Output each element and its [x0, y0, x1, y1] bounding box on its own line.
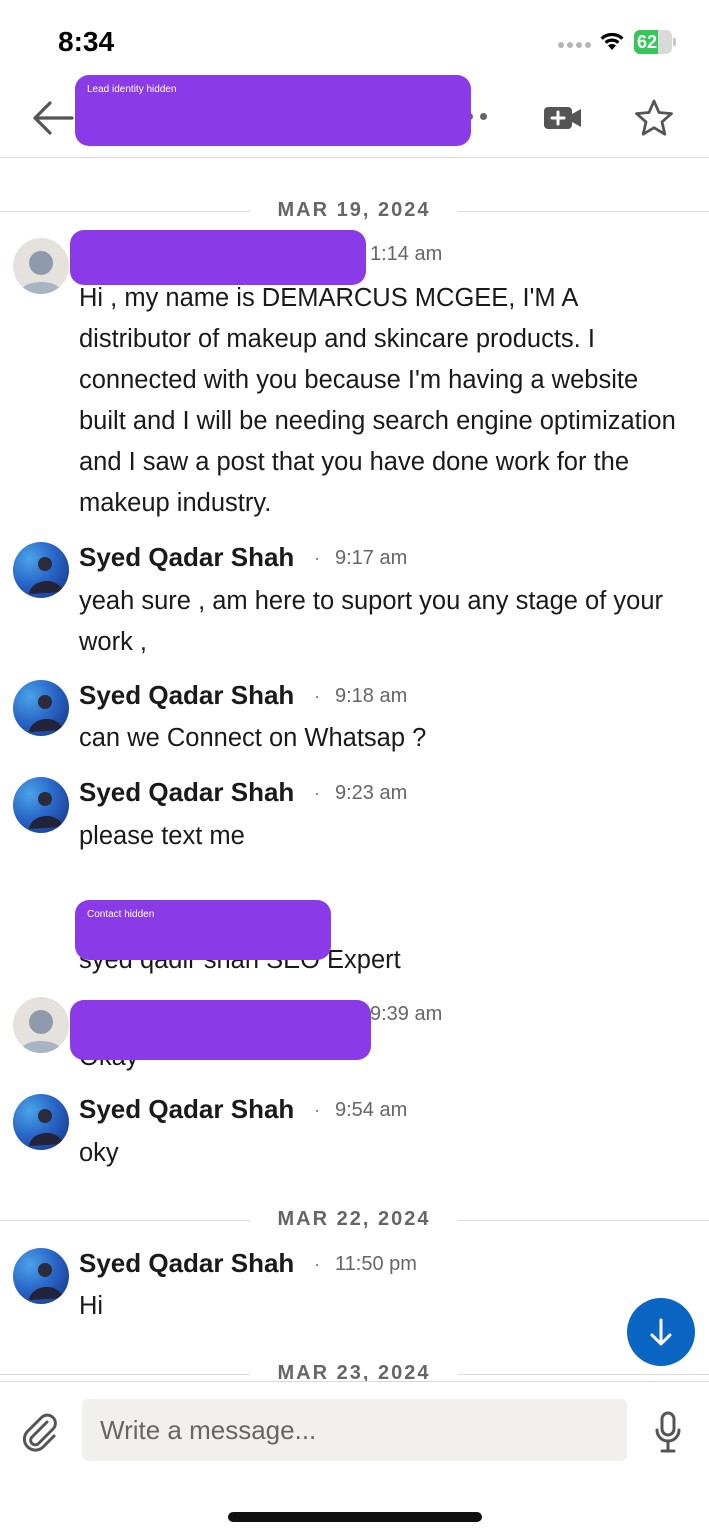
message-time: 11:50 pm [335, 1253, 417, 1275]
arrow-down-icon [650, 1318, 672, 1346]
video-call-icon[interactable] [542, 102, 584, 134]
message-text: Hi , my name is DEMARCUS MCGEE, I'M A di… [79, 284, 676, 517]
avatar[interactable] [13, 1094, 69, 1150]
sender-name[interactable]: Syed Qadar Shah [79, 542, 294, 573]
redacted-sender-name [70, 1000, 371, 1060]
avatar[interactable] [13, 777, 69, 833]
message-text: can we Connect on Whatsap ? [79, 724, 427, 752]
message-time: 9:23 am [335, 782, 408, 804]
profile-photo-icon [29, 792, 63, 829]
separator-dot: · [314, 548, 320, 568]
paperclip-icon[interactable] [20, 1412, 60, 1452]
arrow-left-icon[interactable] [30, 98, 76, 138]
separator-dot: · [314, 1254, 320, 1274]
avatar[interactable] [13, 680, 69, 736]
redaction-label: Contact hidden [87, 909, 155, 920]
person-placeholder-icon [19, 1010, 63, 1053]
date-divider: MAR 19, 2024 [0, 199, 709, 223]
cellular-signal-icon [558, 42, 591, 48]
profile-photo-icon [29, 1263, 63, 1300]
battery-tip [673, 38, 676, 46]
avatar[interactable] [13, 542, 69, 598]
battery-indicator: 62 [634, 30, 676, 54]
message-text: yeah sure , am here to suport you any st… [79, 587, 663, 656]
avatar[interactable] [13, 997, 69, 1053]
redacted-sender-name [70, 230, 366, 285]
profile-photo-icon [29, 695, 63, 732]
wifi-icon [600, 32, 624, 50]
home-indicator[interactable] [228, 1512, 482, 1522]
message-text: Hi [79, 1292, 104, 1320]
separator-dot: · [314, 783, 320, 803]
microphone-icon[interactable] [654, 1410, 682, 1454]
sender-name[interactable]: Syed Qadar Shah [79, 1248, 294, 1279]
status-time: 8:34 [58, 26, 115, 57]
message-composer [0, 1381, 709, 1481]
date-divider: MAR 22, 2024 [0, 1208, 709, 1232]
message-input[interactable] [82, 1399, 627, 1461]
avatar[interactable] [13, 238, 69, 294]
sender-name[interactable]: Syed Qadar Shah [79, 680, 294, 711]
message-text: oky [79, 1139, 119, 1167]
overflow-dot [480, 113, 487, 120]
sender-name[interactable]: Syed Qadar Shah [79, 777, 294, 808]
message-time: 9:18 am [335, 685, 408, 707]
star-outline-icon[interactable] [634, 98, 674, 138]
separator-dot: · [314, 1100, 320, 1120]
date-label: MAR 19, 2024 [277, 199, 431, 221]
redacted-lead-identity: Lead identity hidden [75, 75, 471, 146]
message-time: 9:39 am [370, 1003, 443, 1025]
avatar[interactable] [13, 1248, 69, 1304]
redacted-contact: Contact hidden [75, 900, 331, 960]
message-time: 1:14 am [370, 243, 443, 265]
message-time: 9:54 am [335, 1099, 408, 1121]
sender-name[interactable]: Syed Qadar Shah [79, 1094, 294, 1125]
person-placeholder-icon [19, 251, 63, 294]
profile-photo-icon [29, 1109, 63, 1146]
message-text: please text me [79, 822, 245, 850]
conversation-header: Lead identity hidden [0, 70, 709, 158]
message-time: 9:17 am [335, 547, 408, 569]
redaction-label: Lead identity hidden [87, 84, 177, 95]
date-label: MAR 22, 2024 [277, 1208, 431, 1230]
separator-dot: · [314, 686, 320, 706]
profile-photo-icon [29, 557, 63, 594]
battery-level-text: 62 [637, 32, 658, 52]
scroll-to-bottom-button[interactable] [627, 1298, 695, 1366]
